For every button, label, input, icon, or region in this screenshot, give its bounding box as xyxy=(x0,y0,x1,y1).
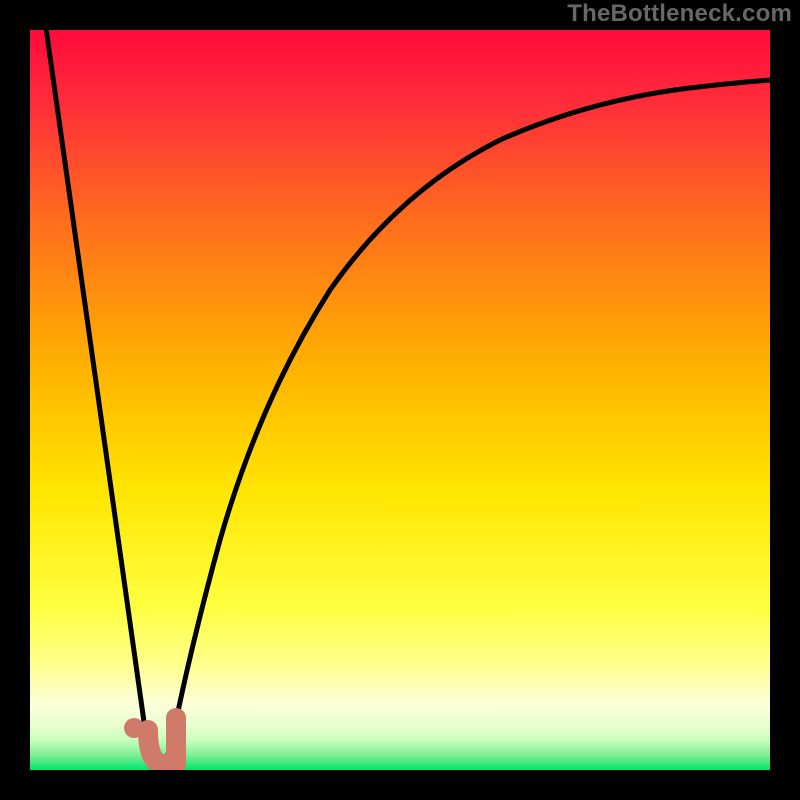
watermark-text: TheBottleneck.com xyxy=(567,0,792,28)
bottleneck-chart xyxy=(30,30,770,770)
gradient-background xyxy=(30,30,770,770)
chart-frame: TheBottleneck.com xyxy=(0,0,800,800)
